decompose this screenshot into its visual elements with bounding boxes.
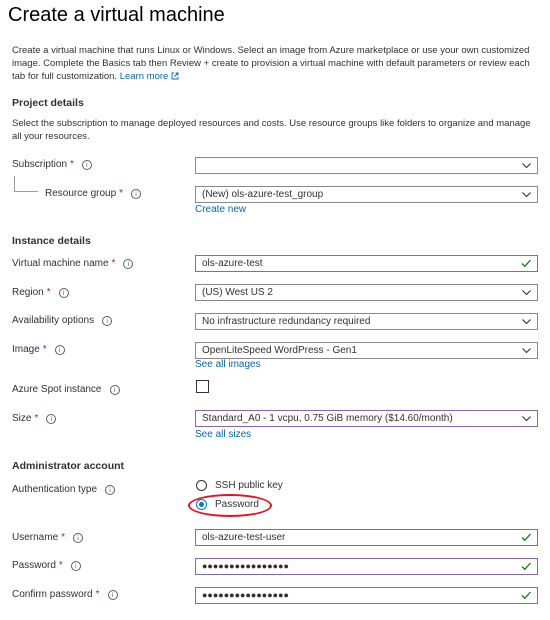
chevron-down-icon [522,192,531,198]
intro-description: Create a virtual machine that runs Linux… [12,45,530,82]
checkmark-icon [521,562,531,571]
tree-connector [14,176,15,191]
size-label: Size * i [12,413,57,424]
info-icon[interactable]: i [46,413,57,424]
info-icon[interactable]: i [131,188,142,199]
info-icon[interactable]: i [123,258,134,269]
info-icon[interactable]: i [73,532,84,543]
info-icon[interactable]: i [109,384,120,395]
learn-more-link[interactable]: Learn more [120,71,179,82]
page-title: Create a virtual machine [8,4,225,26]
chevron-down-icon [522,416,531,422]
tree-connector [14,191,38,192]
size-dropdown[interactable]: Standard_A0 - 1 vcpu, 0.75 GiB memory ($… [195,410,538,427]
spot-instance-checkbox[interactable] [196,380,209,393]
checkmark-icon [521,533,531,542]
password-input[interactable]: ●●●●●●●●●●●●●●●● [195,558,538,575]
radio-button[interactable] [196,480,207,491]
username-label: Username * i [12,532,84,543]
admin-account-heading: Administrator account [12,460,125,472]
info-icon[interactable]: i [81,159,92,170]
info-icon[interactable]: i [58,287,69,298]
info-icon[interactable]: i [107,589,118,600]
chevron-down-icon [522,319,531,325]
auth-type-label: Authentication type i [12,484,116,495]
see-all-images-link[interactable]: See all images [195,359,261,370]
availability-dropdown[interactable]: No infrastructure redundancy required [195,313,538,330]
resource-group-label: Resource group * i [45,188,142,199]
image-dropdown[interactable]: OpenLiteSpeed WordPress - Gen1 [195,342,538,359]
vm-name-input[interactable]: ols-azure-test [195,255,538,272]
confirm-password-input[interactable]: ●●●●●●●●●●●●●●●● [195,587,538,604]
availability-label: Availability options i [12,315,113,326]
chevron-down-icon [522,348,531,354]
checkmark-icon [521,259,531,268]
info-icon[interactable]: i [54,344,65,355]
instance-details-heading: Instance details [12,235,91,247]
resource-group-dropdown[interactable]: (New) ols-azure-test_group [195,186,538,203]
info-icon[interactable]: i [102,315,113,326]
create-new-link[interactable]: Create new [195,204,246,215]
region-dropdown[interactable]: (US) West US 2 [195,284,538,301]
subscription-label: Subscription * i [12,159,92,170]
chevron-down-icon [522,290,531,296]
project-description: Select the subscription to manage deploy… [12,118,531,142]
password-label: Password * i [12,560,81,571]
highlight-annotation [188,494,272,517]
see-all-sizes-link[interactable]: See all sizes [195,429,251,440]
spot-instance-label: Azure Spot instance i [12,384,120,395]
intro-text: Create a virtual machine that runs Linux… [12,44,540,83]
region-label: Region * i [12,287,69,298]
vm-name-label: Virtual machine name * i [12,258,134,269]
username-input[interactable]: ols-azure-test-user [195,529,538,546]
chevron-down-icon [522,163,531,169]
checkmark-icon [521,591,531,600]
confirm-password-label: Confirm password * i [12,589,118,600]
info-icon[interactable]: i [105,484,116,495]
project-details-heading: Project details [12,97,84,109]
auth-option-ssh[interactable]: SSH public key [196,480,283,491]
subscription-dropdown[interactable] [195,157,538,174]
info-icon[interactable]: i [70,560,81,571]
external-link-icon [171,72,179,80]
image-label: Image * i [12,344,65,355]
